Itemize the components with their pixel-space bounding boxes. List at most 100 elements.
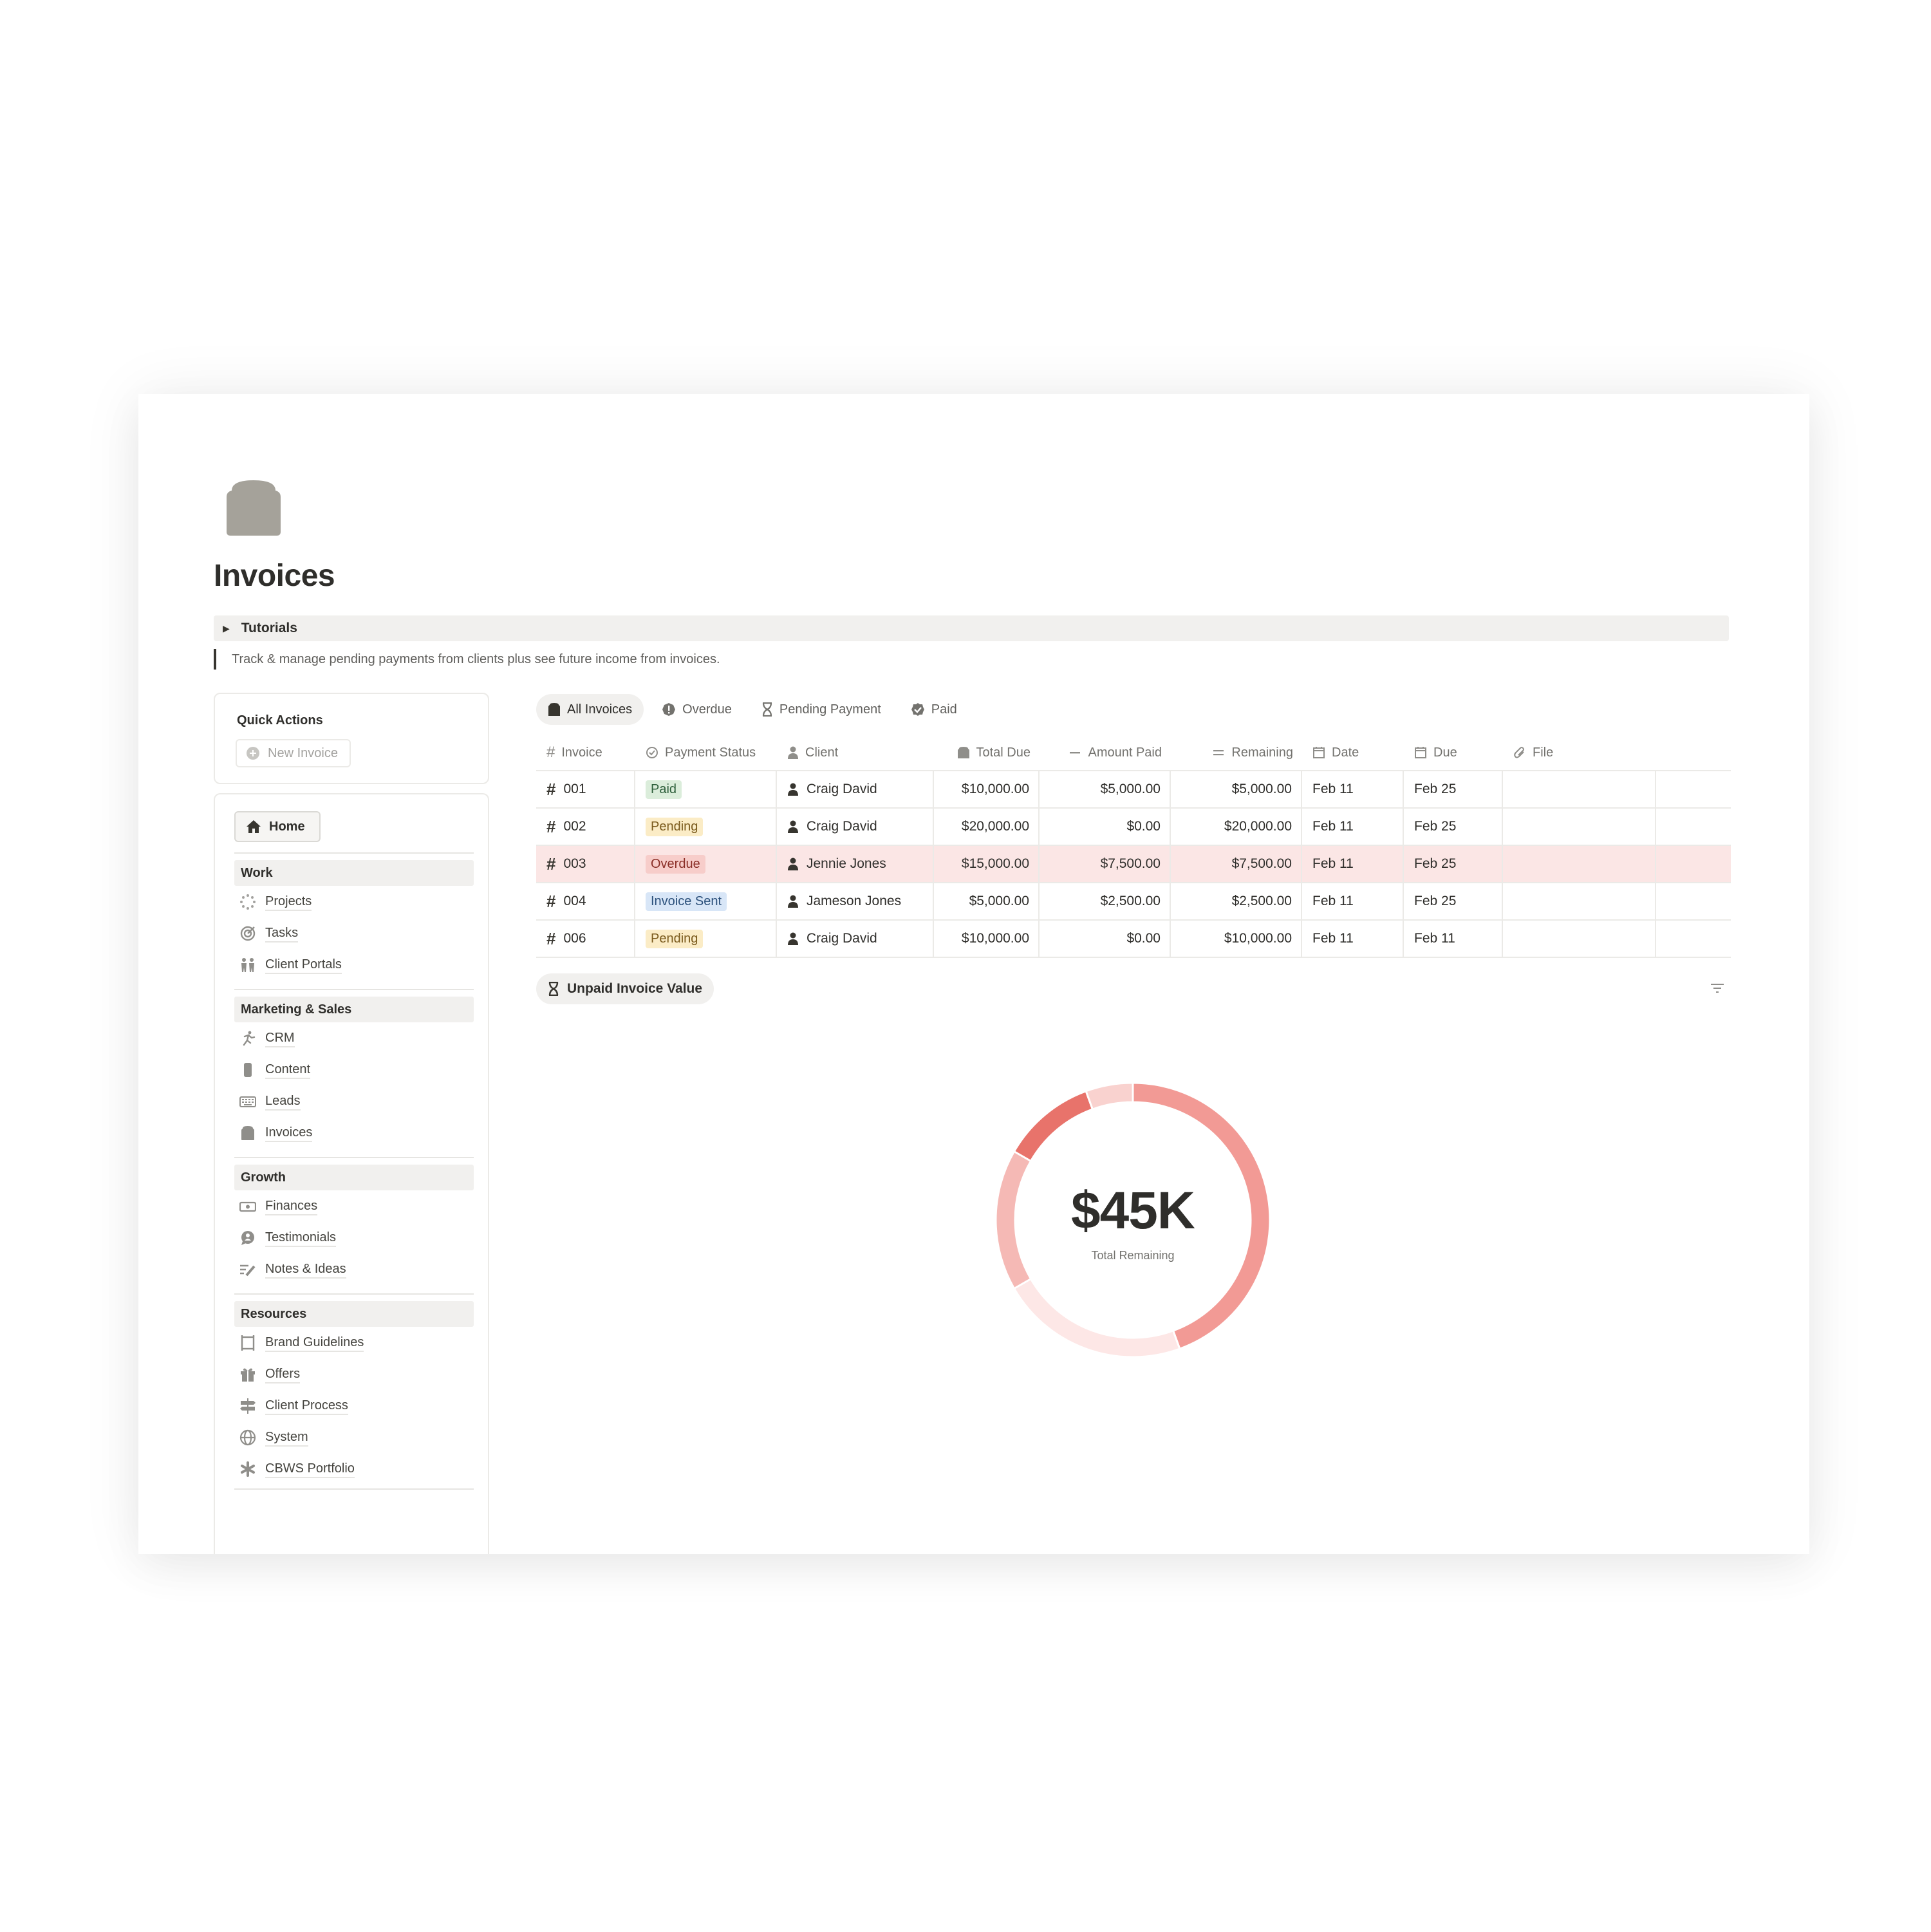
cell-total-due[interactable]: $15,000.00 — [934, 846, 1040, 882]
table-row[interactable]: #003 Overdue Jennie Jones $15,000.00 $7,500.… — [536, 846, 1731, 883]
cell-date[interactable]: Feb 11 — [1302, 921, 1404, 957]
tab-all-invoices[interactable]: All Invoices — [536, 694, 644, 725]
column-header-invoice[interactable]: # Invoice — [536, 735, 635, 770]
table-row[interactable]: #004 Invoice Sent Jameson Jones $5,000.00 $2… — [536, 883, 1731, 921]
donut-slice[interactable] — [1012, 1277, 1181, 1358]
cell-date[interactable]: Feb 11 — [1302, 846, 1404, 882]
cell-spacer[interactable] — [1656, 771, 1731, 807]
sidebar-item-content[interactable]: Content — [234, 1054, 474, 1085]
sidebar-item-finances[interactable]: Finances — [234, 1190, 474, 1222]
tab-overdue[interactable]: Overdue — [650, 694, 743, 725]
cell-status[interactable]: Paid — [635, 771, 777, 807]
cell-invoice[interactable]: #001 — [536, 771, 635, 807]
cell-status[interactable]: Overdue — [635, 846, 777, 882]
column-header-total-due[interactable]: Total Due — [934, 735, 1040, 770]
cell-client[interactable]: Jennie Jones — [777, 846, 934, 882]
home-button[interactable]: Home — [234, 811, 321, 842]
sidebar-item-leads[interactable]: Leads — [234, 1085, 474, 1117]
date-value: Feb 11 — [1312, 856, 1354, 871]
cell-spacer[interactable] — [1656, 809, 1731, 845]
cell-date[interactable]: Feb 11 — [1302, 809, 1404, 845]
column-header-payment-status[interactable]: Payment Status — [635, 735, 777, 770]
cell-remaining[interactable]: $7,500.00 — [1171, 846, 1302, 882]
sidebar-item-system[interactable]: System — [234, 1421, 474, 1453]
cell-file[interactable] — [1503, 771, 1656, 807]
table-row[interactable]: #002 Pending Craig David $20,000.00 $0.00 $20… — [536, 809, 1731, 846]
cell-due[interactable]: Feb 25 — [1404, 771, 1503, 807]
tab-pending-payment[interactable]: Pending Payment — [750, 694, 893, 725]
column-header-amount-paid[interactable]: Amount Paid — [1040, 735, 1171, 770]
cell-invoice[interactable]: #004 — [536, 883, 635, 919]
column-header-remaining[interactable]: Remaining — [1171, 735, 1302, 770]
cell-date[interactable]: Feb 11 — [1302, 883, 1404, 919]
sidebar-item-brand-guidelines[interactable]: Brand Guidelines — [234, 1327, 474, 1358]
cell-file[interactable] — [1503, 921, 1656, 957]
cell-client[interactable]: Craig David — [777, 809, 934, 845]
cell-spacer[interactable] — [1656, 846, 1731, 882]
sidebar-item-offers[interactable]: Offers — [234, 1358, 474, 1390]
table-row[interactable]: #001 Paid Craig David $10,000.00 $5,000.00 $5… — [536, 771, 1731, 809]
cell-spacer[interactable] — [1656, 883, 1731, 919]
equals-icon — [1213, 750, 1224, 756]
cell-due[interactable]: Feb 25 — [1404, 883, 1503, 919]
tutorials-toggle[interactable]: ▶ Tutorials — [214, 615, 1729, 641]
sidebar-item-label: Testimonials — [265, 1229, 337, 1247]
sidebar-item-projects[interactable]: Projects — [234, 886, 474, 917]
chart-view-tab[interactable]: Unpaid Invoice Value — [536, 973, 714, 1004]
hourglass-icon — [762, 702, 772, 717]
cell-invoice[interactable]: #003 — [536, 846, 635, 882]
table-row[interactable]: #006 Pending Craig David $10,000.00 $0.00 $10… — [536, 921, 1731, 958]
tab-paid[interactable]: Paid — [899, 694, 969, 725]
cell-status[interactable]: Pending — [635, 921, 777, 957]
sidebar-item-testimonials[interactable]: Testimonials — [234, 1222, 474, 1253]
cell-amount-paid[interactable]: $5,000.00 — [1040, 771, 1171, 807]
cell-remaining[interactable]: $5,000.00 — [1171, 771, 1302, 807]
column-header-date[interactable]: Date — [1302, 735, 1404, 770]
filter-icon[interactable] — [1710, 982, 1724, 994]
cell-total-due[interactable]: $10,000.00 — [934, 771, 1040, 807]
sidebar-item-invoices[interactable]: Invoices — [234, 1117, 474, 1149]
sidebar-item-client-portals[interactable]: Client Portals — [234, 949, 474, 980]
cell-file[interactable] — [1503, 809, 1656, 845]
amount-paid-value: $0.00 — [1126, 819, 1161, 834]
cell-status[interactable]: Invoice Sent — [635, 883, 777, 919]
home-icon — [247, 820, 261, 833]
nav-section-title: Growth — [234, 1165, 474, 1190]
cell-file[interactable] — [1503, 846, 1656, 882]
nav-section-resources: Resources Brand Guidelines Offers Client… — [234, 1293, 474, 1496]
sidebar-item-notes-ideas[interactable]: Notes & Ideas — [234, 1253, 474, 1285]
new-invoice-button[interactable]: New Invoice — [236, 739, 351, 767]
donut-slice[interactable] — [1085, 1082, 1134, 1111]
column-header-client[interactable]: Client — [777, 735, 934, 770]
cell-invoice[interactable]: #006 — [536, 921, 635, 957]
cell-total-due[interactable]: $10,000.00 — [934, 921, 1040, 957]
sidebar-item-client-process[interactable]: Client Process — [234, 1390, 474, 1421]
cell-total-due[interactable]: $5,000.00 — [934, 883, 1040, 919]
donut-slice[interactable] — [1012, 1089, 1094, 1163]
cell-remaining[interactable]: $2,500.00 — [1171, 883, 1302, 919]
cell-client[interactable]: Craig David — [777, 921, 934, 957]
column-header-file[interactable]: File — [1503, 735, 1656, 770]
cell-amount-paid[interactable]: $0.00 — [1040, 921, 1171, 957]
cell-remaining[interactable]: $10,000.00 — [1171, 921, 1302, 957]
cell-spacer[interactable] — [1656, 921, 1731, 957]
cell-status[interactable]: Pending — [635, 809, 777, 845]
cell-due[interactable]: Feb 25 — [1404, 846, 1503, 882]
cell-due[interactable]: Feb 25 — [1404, 809, 1503, 845]
cell-client[interactable]: Craig David — [777, 771, 934, 807]
sidebar-item-crm[interactable]: CRM — [234, 1022, 474, 1054]
cell-remaining[interactable]: $20,000.00 — [1171, 809, 1302, 845]
cell-client[interactable]: Jameson Jones — [777, 883, 934, 919]
cell-date[interactable]: Feb 11 — [1302, 771, 1404, 807]
tab-label: Paid — [931, 702, 957, 717]
sidebar-item-cbws-portfolio[interactable]: CBWS Portfolio — [234, 1453, 474, 1485]
cell-amount-paid[interactable]: $0.00 — [1040, 809, 1171, 845]
cell-invoice[interactable]: #002 — [536, 809, 635, 845]
cell-file[interactable] — [1503, 883, 1656, 919]
sidebar-item-tasks[interactable]: Tasks — [234, 917, 474, 949]
cell-total-due[interactable]: $20,000.00 — [934, 809, 1040, 845]
cell-amount-paid[interactable]: $2,500.00 — [1040, 883, 1171, 919]
column-header-due[interactable]: Due — [1404, 735, 1503, 770]
cell-amount-paid[interactable]: $7,500.00 — [1040, 846, 1171, 882]
cell-due[interactable]: Feb 11 — [1404, 921, 1503, 957]
